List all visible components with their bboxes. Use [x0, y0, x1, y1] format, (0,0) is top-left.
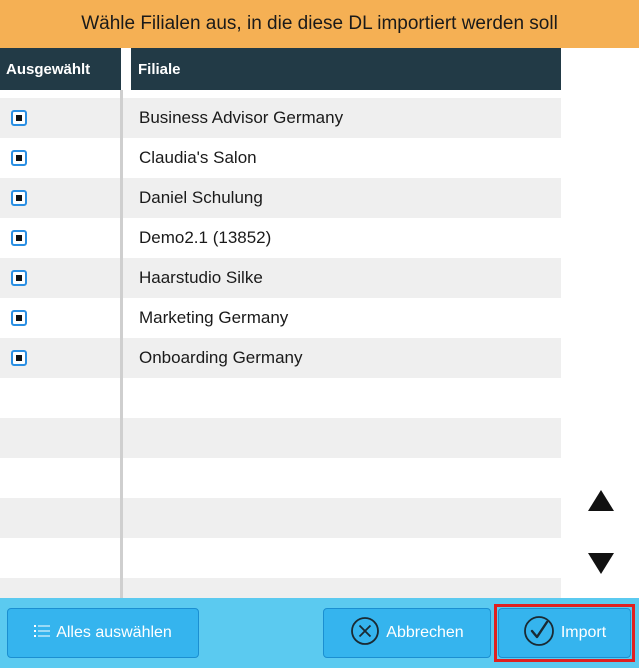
column-divider	[120, 90, 123, 598]
table-row[interactable]: Onboarding Germany	[0, 338, 561, 378]
branch-name: Business Advisor Germany	[139, 108, 344, 127]
circle-x-icon	[350, 616, 380, 651]
empty-row	[0, 498, 561, 538]
cancel-button[interactable]: Abbrechen	[323, 608, 491, 658]
empty-row	[0, 458, 561, 498]
row-checkbox[interactable]	[11, 350, 27, 366]
empty-row	[0, 538, 561, 578]
row-checkbox[interactable]	[11, 270, 27, 286]
row-checkbox[interactable]	[11, 190, 27, 206]
row-checkbox[interactable]	[11, 310, 27, 326]
empty-row	[0, 378, 561, 418]
empty-row	[0, 418, 561, 458]
branch-name: Daniel Schulung	[139, 188, 263, 207]
row-checkbox[interactable]	[11, 230, 27, 246]
table-row[interactable]: Demo2.1 (13852)	[0, 218, 561, 258]
table-body: Business Advisor Germany Claudia's Salon…	[0, 98, 561, 598]
dialog-footer: Alles auswählen Abbrechen Import	[0, 598, 639, 668]
circle-check-icon	[523, 615, 555, 652]
table-row[interactable]: Haarstudio Silke	[0, 258, 561, 298]
select-all-button[interactable]: Alles auswählen	[7, 608, 199, 658]
row-checkbox[interactable]	[11, 150, 27, 166]
column-header-branch[interactable]: Filiale	[138, 48, 181, 90]
header-separator	[121, 48, 131, 90]
cancel-label: Abbrechen	[386, 624, 464, 641]
column-header-selected[interactable]: Ausgewählt	[6, 48, 90, 90]
table-header: Ausgewählt Filiale	[0, 48, 561, 90]
triangle-up-icon[interactable]	[587, 487, 615, 515]
table-row[interactable]: Daniel Schulung	[0, 178, 561, 218]
table-row[interactable]: Business Advisor Germany	[0, 98, 561, 138]
table-row[interactable]: Claudia's Salon	[0, 138, 561, 178]
row-checkbox[interactable]	[11, 110, 27, 126]
list-icon	[34, 624, 51, 643]
branch-table: Ausgewählt Filiale Business Advisor Germ…	[0, 48, 561, 598]
import-button[interactable]: Import	[498, 608, 631, 658]
branch-name: Demo2.1 (13852)	[139, 228, 272, 247]
dialog-title-bar: Wähle Filialen aus, in die diese DL impo…	[0, 0, 639, 48]
branch-name: Claudia's Salon	[139, 148, 257, 167]
branch-name: Haarstudio Silke	[139, 268, 263, 287]
table-row[interactable]: Marketing Germany	[0, 298, 561, 338]
empty-row	[0, 578, 561, 598]
dialog-title: Wähle Filialen aus, in die diese DL impo…	[81, 13, 558, 34]
branch-name: Onboarding Germany	[139, 348, 303, 367]
select-all-label: Alles auswählen	[56, 624, 172, 641]
branch-name: Marketing Germany	[139, 308, 289, 327]
triangle-down-icon[interactable]	[587, 549, 615, 577]
import-label: Import	[560, 624, 607, 641]
